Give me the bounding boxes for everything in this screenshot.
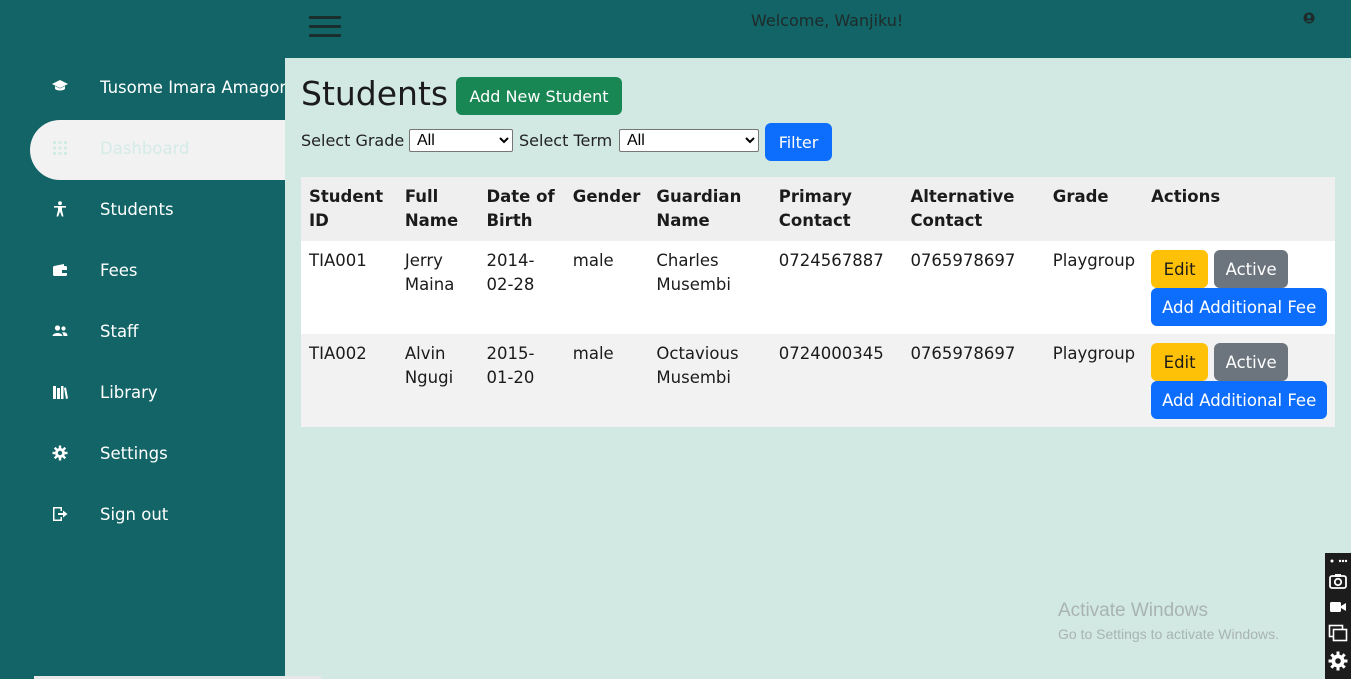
column-header: Student ID [309,187,384,230]
column-header: Actions [1151,187,1221,206]
grade-select[interactable]: All [409,129,513,152]
table-header-row: Student ID Full Name Date of Birth Gender G… [301,177,1335,241]
brand: Tusome Imara Amagoro [0,74,285,104]
student-id-cell: TIA001 [309,251,367,270]
status-toggle-button[interactable]: Active [1214,343,1289,381]
sidebar-item-students[interactable]: Students [30,181,285,241]
welcome-message: Welcome, Wanjiku! [751,11,904,30]
column-header: Date of Birth [486,187,555,230]
primary-contact-cell: 0724000345 [778,344,884,363]
guardian-cell: Octavious Musembi [656,344,739,387]
sidebar-item-staff[interactable]: Staff [30,303,285,363]
hamburger-menu-icon[interactable] [309,16,341,40]
column-header: Alternative Contact [910,187,1015,230]
dob-cell: 2014- 02-28 [486,251,535,294]
page-title: Students [301,74,449,113]
add-additional-fee-button[interactable]: Add Additional Fee [1151,288,1328,326]
main-content: Students Add New Student Select Grade Al… [285,58,1351,679]
students-table: Student ID Full Name Date of Birth Gender G… [301,177,1335,427]
sign-out-icon [53,507,68,521]
sidebar-item-label: Settings [100,444,168,463]
sidebar-item-sign-out[interactable]: Sign out [30,486,285,546]
capture-toolbar [1325,553,1351,679]
sidebar: Tusome Imara Amagoro Dashboard Students … [0,58,285,679]
student-id-cell: TIA002 [309,344,367,363]
sidebar-item-settings[interactable]: Settings [30,425,285,485]
status-toggle-button[interactable]: Active [1214,250,1289,288]
sidebar-item-fees[interactable]: Fees [30,242,285,302]
column-header: Gender [572,187,641,206]
actions-cell: Edit Active Add Additional Fee [1143,241,1335,334]
sidebar-item-label: Dashboard [100,139,190,158]
alternative-contact-cell: 0765978697 [910,344,1016,363]
dob-cell: 2015- 01-20 [486,344,535,387]
primary-contact-cell: 0724567887 [778,251,884,270]
top-bar: Welcome, Wanjiku! [0,0,1351,58]
sidebar-item-label: Sign out [100,505,169,524]
term-filter-label: Select Term [519,131,613,150]
grid-icon [53,141,67,155]
sidebar-item-label: Staff [100,322,139,341]
sidebar-item-library[interactable]: Library [30,364,285,424]
full-name-cell: Jerry Maina [404,251,455,294]
users-icon [52,325,68,336]
add-new-student-button[interactable]: Add New Student [456,77,622,115]
windows-icon[interactable] [1328,623,1348,643]
grade-cell: Playgroup [1052,251,1136,270]
gear-icon [52,445,68,461]
activate-windows-title: Activate Windows [1058,600,1208,621]
alternative-contact-cell: 0765978697 [910,251,1016,270]
guardian-cell: Charles Musembi [656,251,731,294]
add-additional-fee-button[interactable]: Add Additional Fee [1151,381,1328,419]
brand-name: Tusome Imara Amagoro [100,78,285,97]
edit-button[interactable]: Edit [1151,343,1209,381]
full-name-cell: Alvin Ngugi [404,344,454,387]
camera-icon[interactable] [1328,571,1348,591]
column-header: Grade [1052,187,1109,206]
table-row: TIA001 Jerry Maina 2014- 02-28 male Charle… [301,241,1335,334]
settings-gear-icon[interactable] [1328,651,1348,671]
video-camera-icon[interactable] [1328,597,1348,617]
sidebar-item-label: Students [100,200,174,219]
wallet-icon [53,264,67,276]
table-row: TIA002 Alvin Ngugi 2015- 01-20 male Octavi… [301,334,1335,427]
activate-windows-subtitle: Go to Settings to activate Windows. [1058,626,1279,642]
sidebar-item-label: Library [100,383,158,402]
grade-cell: Playgroup [1052,344,1136,363]
graduation-cap-icon [52,80,68,91]
person-icon [54,201,66,217]
gender-cell: male [572,251,614,270]
filter-button[interactable]: Filter [765,123,832,161]
user-account-icon[interactable] [1303,12,1315,24]
sidebar-item-label: Fees [100,261,138,280]
column-header: Guardian Name [656,187,742,230]
actions-cell: Edit Active Add Additional Fee [1143,334,1335,427]
sidebar-item-dashboard[interactable]: Dashboard [30,120,285,180]
column-header: Primary Contact [778,187,852,230]
more-options-icon[interactable] [1328,555,1348,567]
books-icon [53,386,68,399]
grade-filter-label: Select Grade [301,131,405,150]
gender-cell: male [572,344,614,363]
term-select[interactable]: All [619,129,759,152]
edit-button[interactable]: Edit [1151,250,1209,288]
column-header: Full Name [404,187,459,230]
